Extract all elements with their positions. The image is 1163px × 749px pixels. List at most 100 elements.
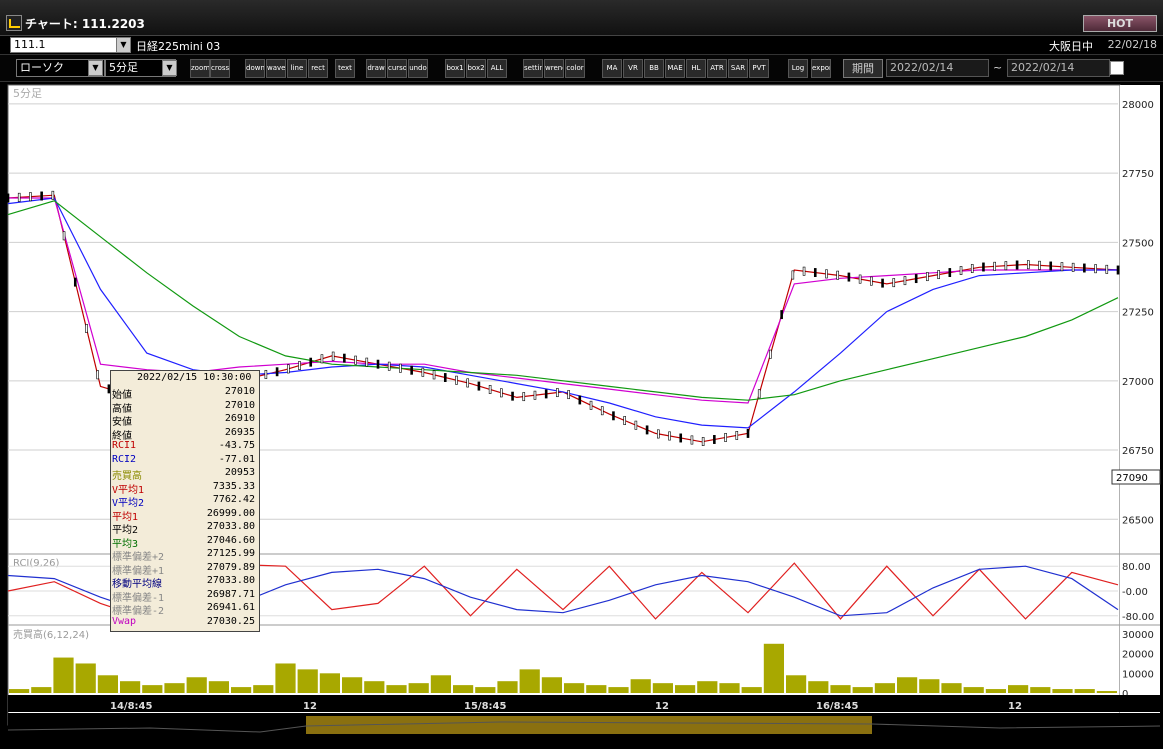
- hot-button[interactable]: HOT: [1083, 15, 1157, 32]
- tooltip-row-value: 26941.61: [206, 602, 255, 613]
- down-button[interactable]: down: [245, 59, 265, 78]
- chart-app-icon: [6, 15, 22, 31]
- rci-tick-label: -80.00: [1122, 612, 1154, 623]
- tooltip-row: 平均1 26999.00: [112, 508, 257, 523]
- volume-bar: [985, 689, 1006, 693]
- settings-button[interactable]: settings: [523, 59, 543, 78]
- volume-bar: [97, 675, 118, 693]
- color-button[interactable]: color: [565, 59, 585, 78]
- period-button[interactable]: 期間: [843, 59, 883, 78]
- symbol-code-input[interactable]: 111.1: [10, 37, 121, 53]
- candle: [813, 268, 817, 278]
- cursor-button[interactable]: cursor: [387, 59, 407, 78]
- candle: [578, 395, 582, 405]
- hl-button[interactable]: HL: [686, 59, 706, 78]
- volume-bar: [541, 677, 562, 693]
- candle: [1038, 260, 1041, 270]
- candle: [73, 277, 77, 287]
- pvt-button[interactable]: PVT: [749, 59, 769, 78]
- wrench-button[interactable]: wrench: [544, 59, 564, 78]
- candle: [511, 391, 514, 401]
- tooltip-row: 平均2 27033.80: [112, 521, 257, 536]
- volume-bar: [919, 679, 940, 693]
- volume-bar: [608, 687, 629, 693]
- tooltip-row: 標準偏差+1 27079.89: [112, 561, 257, 577]
- box1-button[interactable]: box1: [445, 59, 465, 78]
- volume-bar: [186, 677, 207, 693]
- tooltip-row-value: -77.01: [218, 453, 255, 465]
- tooltip-row: 売買高 20953: [112, 467, 257, 482]
- time-tick-label: 12: [303, 701, 317, 712]
- symbol-name: 日経225mini 03: [136, 40, 221, 53]
- tooltip-row: 標準偏差-2 26941.61: [112, 602, 257, 617]
- volume-bar: [31, 687, 52, 693]
- volume-bar: [719, 683, 740, 693]
- mae-button[interactable]: MAE: [665, 59, 685, 78]
- candle: [1049, 261, 1053, 271]
- bb-button[interactable]: BB: [644, 59, 664, 78]
- candle: [399, 363, 402, 373]
- symbol-bar: 111.1 ▼ 日経225mini 03 大阪日中 22/02/18: [0, 36, 1163, 55]
- candle: [29, 192, 32, 202]
- chart-type-dropdown-icon[interactable]: ▼: [88, 60, 103, 76]
- volume-bar: [164, 683, 185, 693]
- candle: [926, 272, 929, 282]
- sar-button[interactable]: SAR: [728, 59, 748, 78]
- candle: [769, 349, 772, 359]
- candle: [914, 274, 918, 284]
- zoom-button[interactable]: zoom: [190, 59, 210, 78]
- vr-button[interactable]: VR: [623, 59, 643, 78]
- date-range-checkbox[interactable]: [1110, 61, 1124, 75]
- draw-button[interactable]: draw: [366, 59, 386, 78]
- tooltip-row: RCI1 -43.75: [112, 440, 257, 453]
- tooltip-row-label: RCI1: [112, 440, 137, 451]
- tooltip-row: 標準偏差-1 26987.71: [112, 589, 257, 604]
- volume-bar: [941, 683, 962, 693]
- candle: [892, 278, 896, 288]
- candle: [96, 370, 99, 380]
- text-button[interactable]: text: [335, 59, 355, 78]
- date-to-input[interactable]: 2022/02/14: [1007, 59, 1110, 77]
- box2-button[interactable]: box2: [466, 59, 486, 78]
- candle: [657, 429, 660, 439]
- candle: [679, 433, 683, 443]
- volume-bar: [342, 677, 363, 693]
- crosshair-button[interactable]: crosshair: [210, 59, 230, 78]
- rect-button[interactable]: rect: [308, 59, 328, 78]
- interval-dropdown-icon[interactable]: ▼: [162, 60, 177, 76]
- candle: [623, 416, 626, 425]
- atr-button[interactable]: ATR: [707, 59, 727, 78]
- volume-bar: [120, 681, 141, 693]
- candle: [634, 420, 638, 430]
- volume-bar: [763, 643, 784, 693]
- symbol-dropdown-icon[interactable]: ▼: [116, 37, 131, 53]
- candle: [959, 266, 963, 275]
- volume-bar: [75, 663, 96, 693]
- toolbar: ローソク ▼ 5分足 ▼ zoomcrosshairdownwavelinere…: [0, 55, 1163, 82]
- candle: [567, 390, 570, 400]
- volume-bar: [475, 687, 496, 693]
- tooltip-date: 2022/02/15 10:30:00: [137, 372, 252, 383]
- date-from-input[interactable]: 2022/02/14: [886, 59, 989, 77]
- undo-button[interactable]: undo: [408, 59, 428, 78]
- tooltip-row-value: 27010: [224, 399, 255, 411]
- volume-bar: [497, 681, 518, 693]
- wave-button[interactable]: wave: [266, 59, 286, 78]
- line-button[interactable]: line: [287, 59, 307, 78]
- all-button[interactable]: ALL: [487, 59, 507, 78]
- ma-button[interactable]: MA: [602, 59, 622, 78]
- range-navigator-thumb[interactable]: [306, 716, 872, 734]
- log-button[interactable]: Log: [788, 59, 808, 78]
- tooltip-row-value: 7335.33: [212, 480, 255, 492]
- volume-tick-label: 30000: [1122, 630, 1154, 641]
- volume-bar: [874, 683, 895, 693]
- volume-bar: [652, 683, 673, 693]
- candle: [544, 389, 548, 399]
- time-tick-label: 16/8:45: [816, 701, 858, 712]
- export-button[interactable]: export: [811, 59, 831, 78]
- tooltip-row-value: 27079.89: [206, 561, 255, 573]
- tooltip-row: RCI2 -77.01: [112, 454, 257, 467]
- tooltip-row-value: 27030.25: [206, 615, 255, 627]
- tooltip-row-value: 27033.80: [206, 575, 255, 586]
- candle: [836, 270, 839, 280]
